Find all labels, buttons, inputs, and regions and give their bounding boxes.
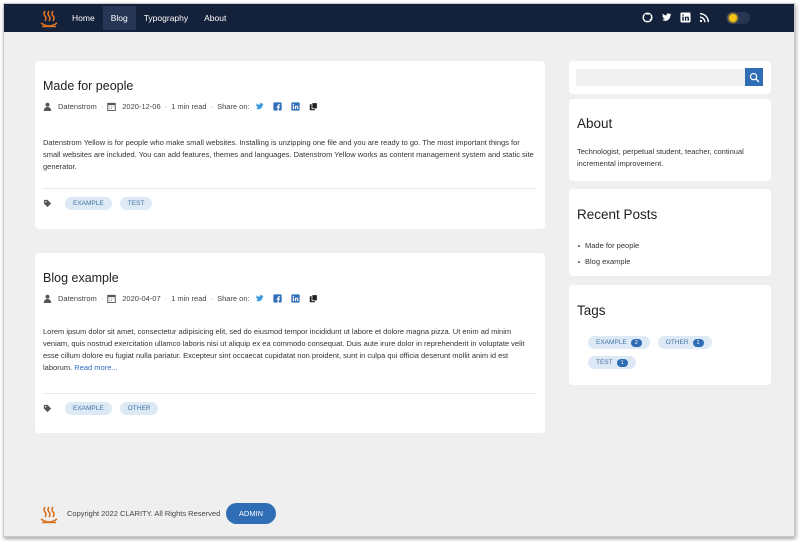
share-linkedin-icon[interactable] bbox=[290, 102, 300, 111]
tag-test[interactable]: TEST 1 bbox=[588, 356, 636, 369]
post-tag-example[interactable]: EXAMPLE bbox=[65, 197, 112, 210]
main-nav: Home Blog Typography About bbox=[64, 6, 234, 30]
tag-label: OTHER bbox=[665, 339, 689, 346]
copy-link-icon[interactable] bbox=[309, 294, 318, 303]
nav-typography[interactable]: Typography bbox=[136, 6, 196, 30]
post-excerpt: Datenstrom Yellow is for people who make… bbox=[43, 137, 537, 173]
tag-icon bbox=[43, 404, 52, 413]
tag-cloud: EXAMPLE 2 OTHER 1 TEST 1 bbox=[588, 336, 758, 369]
share-linkedin-icon[interactable] bbox=[290, 294, 300, 303]
site-logo[interactable] bbox=[38, 8, 60, 30]
post-title[interactable]: Blog example bbox=[43, 271, 119, 285]
recent-posts-widget: Recent Posts Made for people Blog exampl… bbox=[569, 189, 771, 276]
rss-icon[interactable] bbox=[699, 12, 710, 23]
post-divider bbox=[43, 188, 537, 189]
recent-post-link[interactable]: Made for people bbox=[577, 238, 639, 254]
author-icon bbox=[43, 294, 52, 303]
search-widget bbox=[569, 61, 771, 94]
post-excerpt-text: Datenstrom Yellow is for people who make… bbox=[43, 138, 534, 171]
tag-count-badge: 2 bbox=[630, 338, 642, 347]
about-title: About bbox=[577, 116, 613, 131]
recent-posts-list: Made for people Blog example bbox=[577, 238, 639, 270]
nav-home[interactable]: Home bbox=[64, 6, 103, 30]
author-icon bbox=[43, 102, 52, 111]
share-facebook-icon[interactable] bbox=[272, 294, 282, 303]
tag-count-badge: 1 bbox=[616, 358, 628, 367]
post-card: Made for people Datenstrom · 2020-12-06 … bbox=[35, 61, 545, 229]
tag-example[interactable]: EXAMPLE 2 bbox=[588, 336, 650, 349]
browser-page: Home Blog Typography About Made for peop… bbox=[3, 3, 795, 537]
nav-blog[interactable]: Blog bbox=[102, 6, 136, 30]
tags-title: Tags bbox=[577, 303, 606, 318]
twitter-icon[interactable] bbox=[661, 12, 672, 23]
tag-icon bbox=[43, 199, 52, 208]
share-label: Share on: bbox=[217, 294, 250, 303]
post-author: Datenstrom bbox=[58, 294, 97, 303]
tag-label: TEST bbox=[596, 359, 613, 366]
post-tag-example[interactable]: EXAMPLE bbox=[65, 402, 112, 415]
sun-icon bbox=[729, 14, 737, 22]
share-twitter-icon[interactable] bbox=[255, 102, 264, 111]
post-read-time: 1 min read bbox=[171, 294, 207, 303]
read-more-link[interactable]: Read more... bbox=[74, 363, 117, 372]
recent-posts-title: Recent Posts bbox=[577, 207, 658, 222]
about-widget: About Technologist, perpetual student, t… bbox=[569, 99, 771, 181]
post-tags: EXAMPLE TEST bbox=[43, 197, 153, 210]
tag-other[interactable]: OTHER 1 bbox=[657, 336, 712, 349]
post-date: 2020-04-07 bbox=[122, 294, 161, 303]
recent-post-link[interactable]: Blog example bbox=[577, 254, 639, 270]
post-divider bbox=[43, 393, 537, 394]
share-twitter-icon[interactable] bbox=[255, 294, 264, 303]
post-date: 2020-12-06 bbox=[122, 102, 161, 111]
nav-about[interactable]: About bbox=[196, 6, 234, 30]
about-text: Technologist, perpetual student, teacher… bbox=[577, 147, 744, 168]
admin-button[interactable]: ADMIN bbox=[226, 503, 276, 524]
post-tags: EXAMPLE OTHER bbox=[43, 402, 159, 415]
footer-logo bbox=[40, 506, 58, 524]
github-icon[interactable] bbox=[642, 12, 653, 23]
tags-widget: Tags EXAMPLE 2 OTHER 1 TEST 1 bbox=[569, 285, 771, 385]
tag-count-badge: 1 bbox=[692, 338, 704, 347]
theme-toggle[interactable] bbox=[726, 12, 750, 24]
copyright-text: Copyright 2022 CLARITY. All Rights Reser… bbox=[67, 509, 221, 518]
calendar-icon bbox=[107, 294, 116, 303]
search-icon bbox=[749, 72, 759, 82]
post-tag-other[interactable]: OTHER bbox=[119, 402, 159, 415]
post-meta: Datenstrom · 2020-04-07 · 1 min read · S… bbox=[43, 294, 318, 303]
search-input[interactable] bbox=[576, 69, 745, 86]
share-label: Share on: bbox=[217, 102, 250, 111]
social-links bbox=[642, 12, 710, 23]
post-author: Datenstrom bbox=[58, 102, 97, 111]
post-card: Blog example Datenstrom · 2020-04-07 · 1… bbox=[35, 253, 545, 433]
top-navbar: Home Blog Typography About bbox=[4, 4, 794, 32]
post-meta: Datenstrom · 2020-12-06 · 1 min read · S… bbox=[43, 102, 318, 111]
copy-link-icon[interactable] bbox=[309, 102, 318, 111]
linkedin-icon[interactable] bbox=[680, 12, 691, 23]
calendar-icon bbox=[107, 102, 116, 111]
post-tag-test[interactable]: TEST bbox=[119, 197, 153, 210]
search-button[interactable] bbox=[745, 68, 763, 86]
share-facebook-icon[interactable] bbox=[272, 102, 282, 111]
post-read-time: 1 min read bbox=[171, 102, 207, 111]
tag-label: EXAMPLE bbox=[596, 339, 627, 346]
post-title[interactable]: Made for people bbox=[43, 79, 133, 93]
post-excerpt: Lorem ipsum dolor sit amet, consectetur … bbox=[43, 326, 537, 374]
